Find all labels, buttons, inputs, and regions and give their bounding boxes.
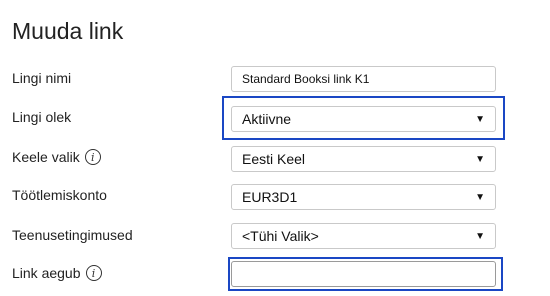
language-label: Keele valik i	[12, 147, 101, 167]
link-name-value: Standard Booksi link K1	[242, 72, 370, 86]
language-select[interactable]: Eesti Keel ▼	[231, 146, 496, 172]
terms-select[interactable]: <Tühi Valik> ▼	[231, 223, 496, 249]
terms-label: Teenusetingimused	[12, 225, 133, 245]
terms-value: <Tühi Valik>	[242, 228, 319, 244]
account-label-text: Töötlemiskonto	[12, 187, 107, 203]
info-icon[interactable]: i	[84, 149, 101, 165]
account-label: Töötlemiskonto	[12, 185, 107, 205]
expires-input[interactable]	[231, 261, 496, 287]
link-name-label-text: Lingi nimi	[12, 70, 72, 86]
link-status-label-text: Lingi olek	[12, 109, 72, 125]
account-value: EUR3D1	[242, 189, 298, 205]
expires-label-text: Link aegub	[12, 265, 81, 281]
link-name-label: Lingi nimi	[12, 68, 71, 88]
chevron-down-icon: ▼	[475, 191, 485, 203]
info-icon[interactable]: i	[85, 265, 102, 281]
language-label-text: Keele valik	[12, 149, 80, 165]
chevron-down-icon: ▼	[475, 113, 485, 125]
page-title: Muuda link	[12, 18, 124, 44]
chevron-down-icon: ▼	[475, 153, 485, 165]
terms-label-text: Teenusetingimused	[12, 227, 133, 243]
link-status-label: Lingi olek	[12, 107, 71, 127]
link-status-value: Aktiivne	[242, 111, 292, 127]
link-name-input[interactable]: Standard Booksi link K1	[231, 66, 496, 92]
link-status-select[interactable]: Aktiivne ▼	[231, 106, 496, 132]
language-value: Eesti Keel	[242, 151, 306, 167]
account-select[interactable]: EUR3D1 ▼	[231, 184, 496, 210]
chevron-down-icon: ▼	[475, 230, 485, 242]
expires-label: Link aegub i	[12, 263, 102, 283]
